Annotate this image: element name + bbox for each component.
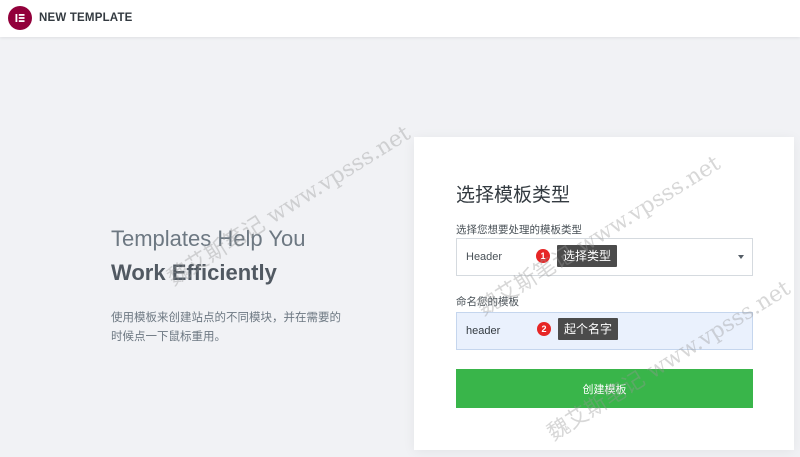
intro-description: 使用模板来创建站点的不同模块，并在需要的时候点一下鼠标重用。 [111, 312, 341, 343]
form-title: 选择模板类型 [456, 185, 571, 206]
annotation-tooltip-2: 起个名字 [558, 318, 619, 340]
intro-heading-line2: Work Efficiently [111, 260, 277, 285]
template-type-selected-value: Header [466, 251, 503, 263]
new-template-form: 选择模板类型 选择您想要处理的模板类型 Header 命名您的模板 创建模板 [414, 137, 794, 450]
template-name-label: 命名您的模板 [456, 296, 519, 308]
elementor-logo-icon [8, 6, 32, 30]
caret-down-icon [738, 255, 744, 259]
step-badge-2: 2 [537, 322, 551, 336]
intro-heading: Templates Help You Work Efficiently [111, 222, 305, 290]
template-type-label: 选择您想要处理的模板类型 [456, 224, 582, 236]
annotation-tooltip-1: 选择类型 [557, 245, 618, 267]
app-title: NEW TEMPLATE [39, 12, 133, 24]
create-template-button[interactable]: 创建模板 [456, 369, 753, 408]
top-bar: NEW TEMPLATE [0, 0, 800, 37]
step-badge-1: 1 [536, 249, 550, 263]
intro-heading-line1: Templates Help You [111, 226, 306, 251]
